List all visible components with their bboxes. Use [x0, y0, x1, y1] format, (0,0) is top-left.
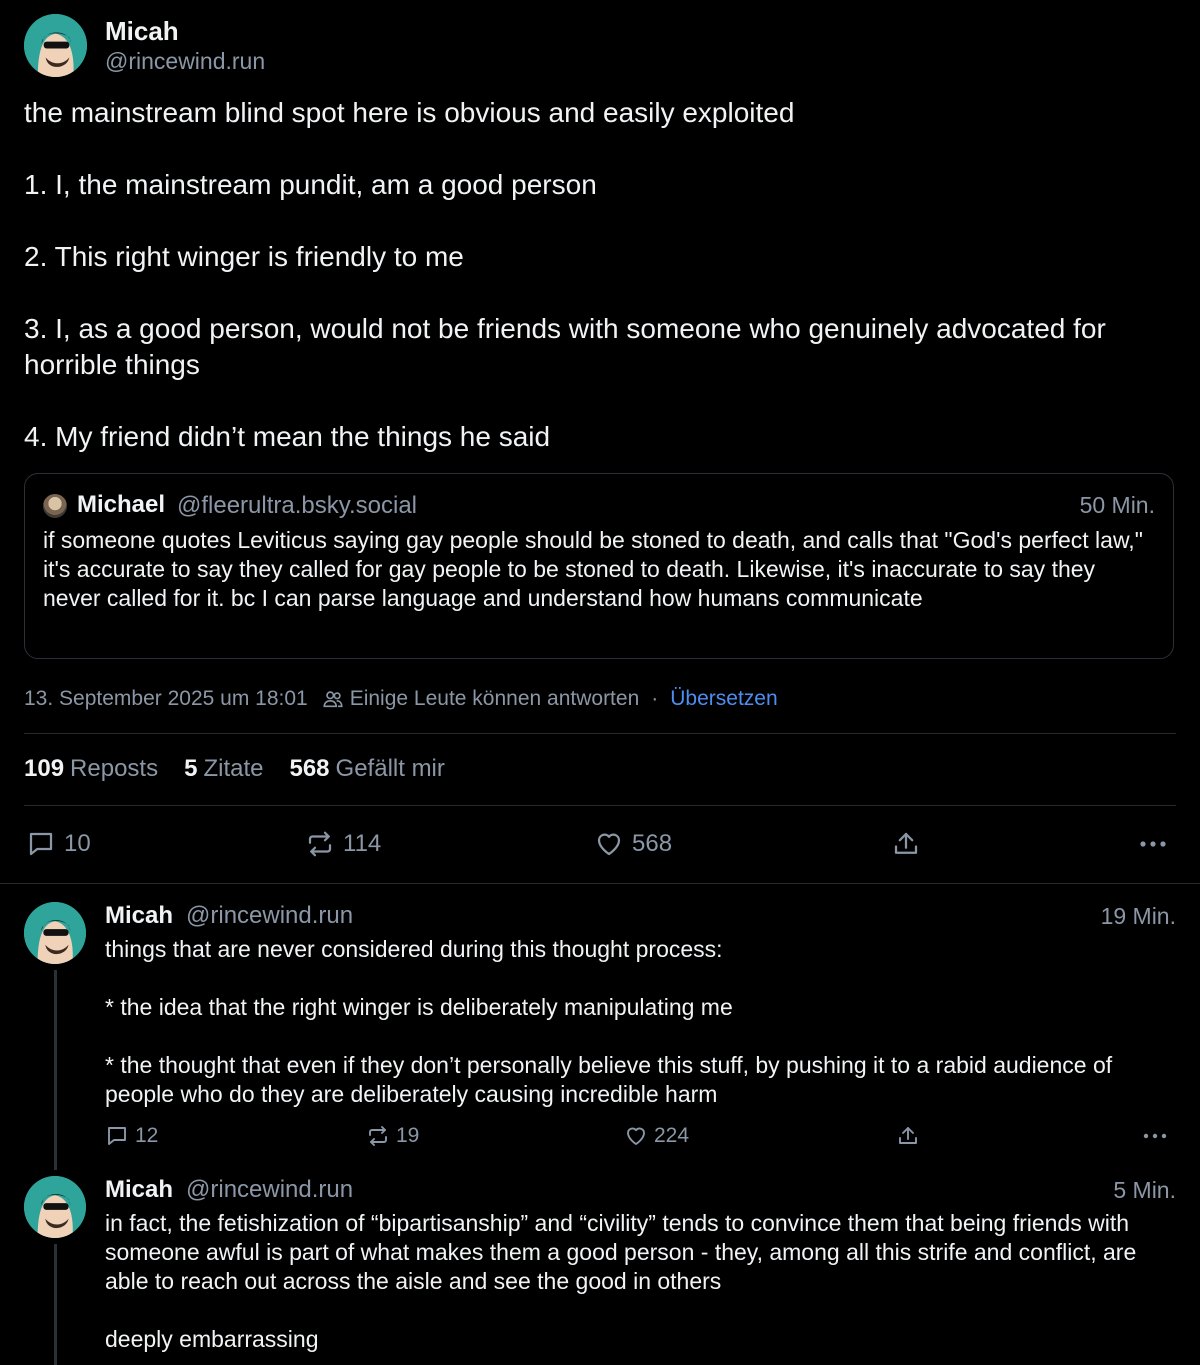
- like-count: 568: [632, 830, 673, 857]
- reply-paragraph: in fact, the fetishization of “bipartisa…: [105, 1210, 1137, 1294]
- more-options-button[interactable]: [1142, 1124, 1170, 1148]
- meta-separator: ·: [651, 687, 659, 710]
- avatar-illustration: [24, 902, 86, 964]
- heart-icon: [597, 833, 621, 856]
- divider: [24, 733, 1176, 734]
- post-timestamp: 13. September 2025 um 18:01: [24, 687, 308, 710]
- reply-text: in fact, the fetishization of “bipartisa…: [105, 1209, 1175, 1354]
- repost-button[interactable]: 19: [366, 1124, 419, 1148]
- post-stats: 109 Reposts 5 Zitate 568 Gefällt mir: [24, 755, 445, 783]
- reply-author-name[interactable]: Micah: [105, 902, 173, 930]
- divider: [0, 883, 1200, 884]
- reply-paragraph: * the thought that even if they don’t pe…: [105, 1052, 1113, 1107]
- reply-author-handle[interactable]: @rincewind.run: [186, 1176, 353, 1204]
- heart-icon: [627, 1127, 645, 1145]
- repost-arrows-icon: [308, 831, 332, 857]
- post-paragraph: 2. This right winger is friendly to me: [24, 241, 464, 272]
- likes-stat[interactable]: 568 Gefällt mir: [289, 755, 444, 783]
- reposts-label: Reposts: [70, 755, 159, 782]
- avatar-illustration: [24, 1176, 86, 1238]
- post-paragraph: 3. I, as a good person, would not be fri…: [24, 313, 1106, 380]
- quoted-author-name: Michael: [77, 491, 166, 518]
- reply-paragraph: things that are never considered during …: [105, 936, 723, 962]
- quoted-author-handle: @fleerultra.bsky.social: [177, 492, 417, 519]
- reply-setting[interactable]: Einige Leute können antworten: [350, 687, 640, 711]
- reply-avatar[interactable]: [24, 1176, 86, 1238]
- post-meta: 13. September 2025 um 18:01 Einige Leute…: [24, 687, 778, 711]
- post-paragraph: 1. I, the mainstream pundit, am a good p…: [24, 169, 597, 200]
- repost-arrows-icon: [369, 1126, 387, 1146]
- reply-paragraph: deeply embarrassing: [105, 1326, 319, 1352]
- share-upload-icon: [899, 1127, 917, 1144]
- thread-line: [54, 970, 57, 1170]
- reply-time[interactable]: 5 Min.: [1113, 1177, 1176, 1204]
- quotes-stat[interactable]: 5 Zitate: [184, 755, 263, 783]
- reply-text: things that are never considered during …: [105, 935, 1175, 1109]
- reply-button[interactable]: 10: [26, 829, 91, 859]
- share-upload-icon: [894, 832, 918, 854]
- reply-author-handle[interactable]: @rincewind.run: [186, 902, 353, 930]
- reposts-count: 109: [24, 755, 65, 782]
- author-avatar[interactable]: [24, 14, 87, 77]
- quoted-post-card[interactable]: Michael @fleerultra.bsky.social 50 Min. …: [24, 473, 1174, 659]
- reply-time[interactable]: 19 Min.: [1101, 903, 1176, 930]
- author-handle[interactable]: @rincewind.run: [105, 48, 265, 75]
- reply-button[interactable]: 12: [105, 1124, 158, 1148]
- author-name[interactable]: Micah: [105, 16, 179, 47]
- quoted-post-time: 50 Min.: [1079, 492, 1155, 518]
- quotes-count: 5: [184, 755, 198, 782]
- speech-bubble-icon: [29, 832, 53, 856]
- people-icon: [323, 691, 343, 708]
- share-button[interactable]: [891, 829, 921, 859]
- repost-count: 114: [343, 830, 382, 857]
- ellipsis-icon: [1143, 1133, 1167, 1139]
- like-count: 224: [654, 1124, 690, 1147]
- ellipsis-icon: [1140, 841, 1166, 847]
- post-paragraph: the mainstream blind spot here is obviou…: [24, 97, 795, 128]
- reposts-stat[interactable]: 109 Reposts: [24, 755, 158, 783]
- translate-link[interactable]: Übersetzen: [670, 687, 777, 711]
- like-button[interactable]: 224: [624, 1124, 689, 1148]
- reply-count: 10: [64, 830, 91, 857]
- speech-bubble-icon: [108, 1127, 126, 1145]
- reply-count: 12: [135, 1124, 159, 1147]
- repost-count: 19: [396, 1124, 420, 1147]
- more-options-button[interactable]: [1138, 829, 1170, 859]
- avatar-illustration: [24, 14, 87, 77]
- likes-count: 568: [289, 755, 330, 782]
- like-button[interactable]: 568: [594, 829, 672, 859]
- quotes-label: Zitate: [203, 755, 264, 782]
- repost-button[interactable]: 114: [305, 829, 381, 859]
- share-button[interactable]: [896, 1124, 920, 1148]
- post-paragraph: 4. My friend didn’t mean the things he s…: [24, 421, 551, 452]
- reply-avatar[interactable]: [24, 902, 86, 964]
- reply-paragraph: * the idea that the right winger is deli…: [105, 994, 733, 1020]
- post-text: the mainstream blind spot here is obviou…: [24, 95, 1164, 455]
- thread-line: [54, 1244, 57, 1365]
- reply-author-name[interactable]: Micah: [105, 1176, 173, 1204]
- likes-label: Gefällt mir: [335, 755, 445, 782]
- quoted-post-text: if someone quotes Leviticus saying gay p…: [43, 527, 1143, 611]
- divider: [24, 805, 1176, 806]
- quoted-author-avatar: [43, 494, 67, 518]
